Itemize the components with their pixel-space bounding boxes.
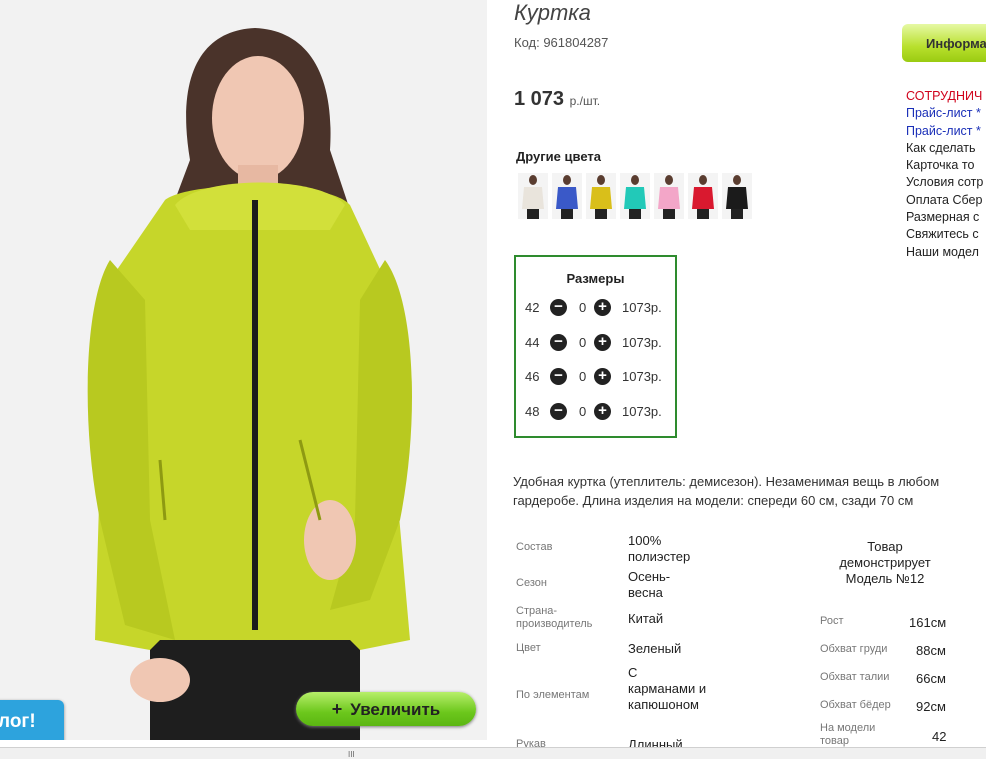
size-number: 46 bbox=[525, 369, 540, 384]
catalog-tab[interactable]: лог! bbox=[0, 700, 64, 740]
minus-icon[interactable]: − bbox=[550, 368, 567, 385]
color-swatch[interactable] bbox=[620, 173, 650, 219]
size-row: 42 − 0 + 1073р. bbox=[525, 298, 675, 318]
sizes-box: Размеры 42 − 0 + 1073р. 44 − 0 + 1073р. … bbox=[514, 255, 677, 438]
model-heading: Товар демонстрирует Модель №12 bbox=[839, 539, 931, 586]
plus-icon[interactable]: + bbox=[594, 368, 611, 385]
side-link[interactable]: Как сделать bbox=[906, 140, 986, 157]
other-colors-label: Другие цвета bbox=[516, 149, 601, 164]
spec-label: Состав bbox=[516, 541, 553, 553]
minus-icon[interactable]: − bbox=[550, 403, 567, 420]
model-value: 66см bbox=[916, 671, 946, 686]
color-swatch[interactable] bbox=[722, 173, 752, 219]
side-link[interactable]: Прайс-лист * bbox=[906, 123, 986, 140]
size-row: 44 − 0 + 1073р. bbox=[525, 333, 675, 353]
sizes-title: Размеры bbox=[566, 271, 625, 286]
product-title: Куртка bbox=[514, 0, 591, 25]
model-label: Обхват бёдер bbox=[820, 699, 891, 711]
spec-label: Цвет bbox=[516, 642, 541, 654]
side-link[interactable]: Свяжитесь с bbox=[906, 226, 986, 243]
model-label: Обхват талии bbox=[820, 671, 890, 683]
spec-value: Китай bbox=[628, 611, 664, 626]
size-row: 48 − 0 + 1073р. bbox=[525, 402, 675, 422]
spec-label: Страна-производитель bbox=[516, 605, 593, 630]
plus-icon[interactable]: + bbox=[594, 403, 611, 420]
size-number: 44 bbox=[525, 335, 540, 350]
color-swatch[interactable] bbox=[654, 173, 684, 219]
spec-label: По элементам bbox=[516, 689, 590, 701]
product-price: 1 073 р./шт. bbox=[514, 88, 600, 111]
model-value: 161см bbox=[909, 615, 947, 630]
size-price: 1073р. bbox=[622, 335, 662, 350]
size-price: 1073р. bbox=[622, 369, 662, 384]
price-unit: р./шт. bbox=[569, 94, 601, 108]
size-quantity: 0 bbox=[579, 404, 587, 419]
side-links: СОТРУДНИЧ Прайс-лист * Прайс-лист * Как … bbox=[906, 88, 986, 261]
size-quantity: 0 bbox=[579, 335, 587, 350]
plus-icon[interactable]: + bbox=[594, 334, 611, 351]
spec-value: 100% полиэстер bbox=[628, 533, 691, 564]
side-link[interactable]: Прайс-лист * bbox=[906, 105, 986, 122]
side-link[interactable]: Наши модел bbox=[906, 244, 986, 261]
side-link[interactable]: Размерная с bbox=[906, 209, 986, 226]
size-price: 1073р. bbox=[622, 300, 662, 315]
minus-icon[interactable]: − bbox=[550, 299, 567, 316]
size-quantity: 0 bbox=[579, 300, 587, 315]
model-value: 92см bbox=[916, 699, 946, 714]
plus-icon[interactable]: + bbox=[594, 299, 611, 316]
spec-value: Зеленый bbox=[628, 641, 682, 656]
zoom-button[interactable]: + Увеличить bbox=[296, 692, 476, 726]
plus-icon: + bbox=[331, 699, 343, 719]
product-code: Код: 961804287 bbox=[514, 35, 609, 50]
model-illustration bbox=[0, 0, 487, 740]
horizontal-scrollbar[interactable]: III bbox=[0, 747, 986, 759]
color-swatch[interactable] bbox=[586, 173, 616, 219]
product-description: Удобная куртка (утеплитель: демисезон). … bbox=[513, 474, 940, 508]
model-value: 88см bbox=[916, 643, 946, 658]
size-row: 46 − 0 + 1073р. bbox=[525, 367, 675, 387]
color-swatch[interactable] bbox=[552, 173, 582, 219]
price-value: 1 073 bbox=[514, 88, 565, 110]
side-link[interactable]: Оплата Сбер bbox=[906, 192, 986, 209]
info-button[interactable]: Информа bbox=[902, 24, 986, 62]
size-number: 48 bbox=[525, 404, 540, 419]
color-swatch[interactable] bbox=[688, 173, 718, 219]
model-value: 42 bbox=[932, 729, 947, 744]
color-swatch[interactable] bbox=[518, 173, 548, 219]
side-link[interactable]: Карточка то bbox=[906, 157, 986, 174]
model-label: На модели товар bbox=[820, 722, 876, 747]
spec-label: Сезон bbox=[516, 577, 547, 589]
spec-value: Осень-весна bbox=[628, 569, 671, 600]
side-link[interactable]: СОТРУДНИЧ bbox=[906, 88, 986, 105]
zoom-label: Увеличить bbox=[350, 700, 441, 719]
minus-icon[interactable]: − bbox=[550, 334, 567, 351]
spec-value: С карманами и капюшоном bbox=[628, 665, 707, 712]
side-link[interactable]: Условия сотр bbox=[906, 174, 986, 191]
model-label: Рост bbox=[820, 615, 844, 627]
color-swatches bbox=[518, 173, 752, 219]
size-quantity: 0 bbox=[579, 369, 587, 384]
model-label: Обхват груди bbox=[820, 643, 888, 655]
product-photo[interactable]: лог! + Увеличить bbox=[0, 0, 487, 740]
size-number: 42 bbox=[525, 300, 540, 315]
size-price: 1073р. bbox=[622, 404, 662, 419]
